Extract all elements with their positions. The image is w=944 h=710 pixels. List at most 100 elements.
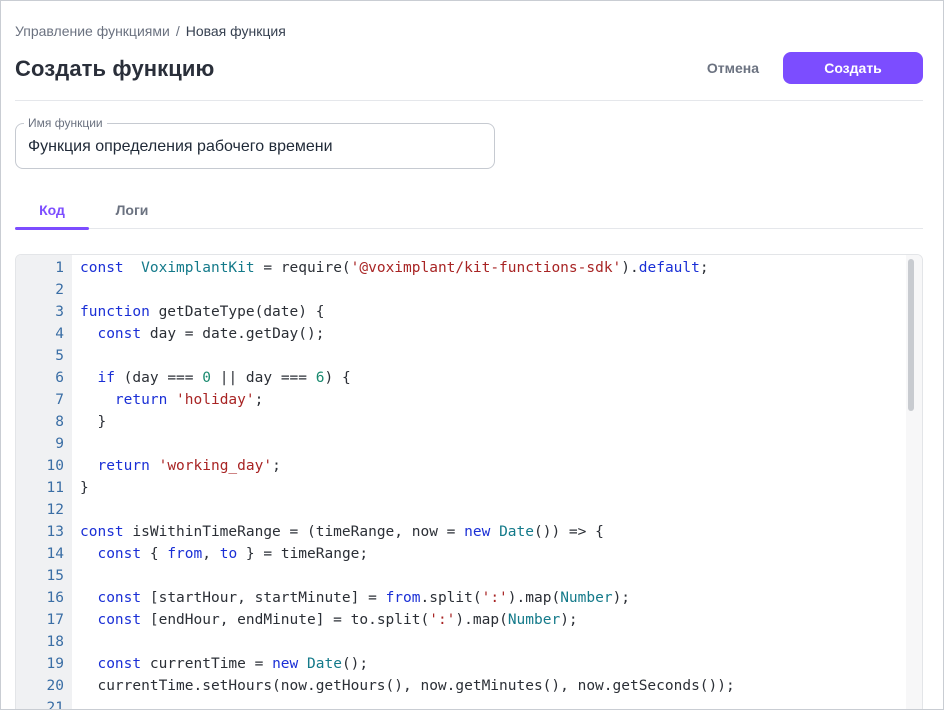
code-line: 13 const isWithinTimeRange = (timeRange, … — [16, 521, 906, 543]
code-token: const — [97, 546, 142, 562]
code-line: 19 const currentTime = new Date(); — [16, 653, 906, 675]
code-text: } — [64, 477, 89, 499]
function-name-label: Имя функции — [24, 116, 107, 130]
code-text: } — [64, 411, 106, 433]
tabs: Код Логи — [15, 197, 923, 230]
code-text: function getDateType(date) { — [64, 301, 324, 323]
line-number: 18 — [46, 634, 64, 650]
code-token: ':' — [481, 590, 508, 606]
code-token: Date — [499, 524, 534, 540]
code-token: , — [202, 546, 220, 562]
code-token: ).map( — [507, 590, 561, 606]
function-name-input[interactable] — [28, 136, 484, 158]
code-token: ; — [272, 458, 281, 474]
code-token: '@voximplant/kit-functions-sdk' — [350, 260, 622, 276]
line-number: 9 — [55, 436, 64, 452]
create-button[interactable]: Создать — [783, 52, 923, 84]
code-text: currentTime.setHours(now.getHours(), now… — [64, 675, 734, 697]
code-token: ':' — [429, 612, 456, 628]
code-line: 7 return 'holiday'; — [16, 389, 906, 411]
code-token: } — [80, 480, 89, 496]
code-token: const — [97, 656, 142, 672]
code-text: return 'holiday'; — [64, 389, 263, 411]
code-line: 21 — [16, 697, 906, 709]
line-number: 19 — [46, 656, 64, 672]
code-token: [endHour, endMinute] = to.split( — [141, 612, 430, 628]
code-token: Number — [560, 590, 613, 606]
code-token: .split( — [420, 590, 482, 606]
code-text: const [startHour, startMinute] = from.sp… — [64, 587, 630, 609]
code-line: 6 if (day === 0 || day === 6) { — [16, 367, 906, 389]
code-token: 'holiday' — [176, 392, 255, 408]
code-text: if (day === 0 || day === 6) { — [64, 367, 350, 389]
code-token: ; — [254, 392, 264, 408]
breadcrumb-current: Новая функция — [185, 23, 286, 39]
code-token: Date — [307, 656, 342, 672]
code-line: 14 const { from, to } = timeRange; — [16, 543, 906, 565]
line-number: 1 — [55, 260, 64, 276]
tab-logs[interactable]: Логи — [95, 197, 169, 229]
code-token: const — [80, 260, 124, 276]
code-token: getDateType(date) { — [149, 304, 325, 320]
code-token: ); — [560, 612, 578, 628]
cancel-button[interactable]: Отмена — [691, 52, 775, 84]
code-token: to — [219, 546, 238, 562]
line-number: 4 — [55, 326, 64, 342]
code-token: new — [464, 524, 491, 540]
line-number: 15 — [46, 568, 64, 584]
page-title: Создать функцию — [15, 56, 215, 81]
editor-scrollbar-thumb[interactable] — [908, 259, 914, 411]
line-number: 11 — [46, 480, 64, 496]
code-token: const — [97, 326, 142, 342]
code-line: 5 — [16, 345, 906, 367]
line-number: 16 — [46, 590, 64, 606]
code-text: const { from, to } = timeRange; — [64, 543, 368, 565]
code-text: const day = date.getDay(); — [64, 323, 324, 345]
line-number: 7 — [55, 392, 64, 408]
code-token: const — [97, 612, 142, 628]
code-token: 'working_day' — [158, 458, 273, 474]
breadcrumb-link-functions[interactable]: Управление функциями — [15, 23, 170, 39]
code-text: return 'working_day'; — [64, 455, 281, 477]
code-line: 11} — [16, 477, 906, 499]
code-line: 3 function getDateType(date) { — [16, 301, 906, 323]
code-line: 10 return 'working_day'; — [16, 455, 906, 477]
line-number: 6 — [55, 370, 64, 386]
function-name-field: Имя функции — [15, 116, 495, 169]
code-token: ); — [612, 590, 631, 606]
app-window: Управление функциями / Новая функция Соз… — [0, 0, 944, 710]
code-token: from — [385, 590, 421, 606]
code-line: 9 — [16, 433, 906, 455]
line-number: 5 — [55, 348, 64, 364]
code-text: const isWithinTimeRange = (timeRange, no… — [64, 521, 604, 543]
code-token: Number — [507, 612, 561, 628]
code-token: const — [80, 524, 124, 540]
code-token: function — [80, 304, 150, 320]
code-token: day = date.getDay(); — [141, 326, 325, 342]
code-editor[interactable]: 1 const VoximplantKit = require('@voximpl… — [15, 254, 923, 709]
code-text: const [endHour, endMinute] = to.split(':… — [64, 609, 578, 631]
code-token: } = timeRange; — [237, 546, 369, 562]
code-token: return — [97, 458, 150, 474]
code-token: [startHour, startMinute] = — [141, 590, 386, 606]
tab-code[interactable]: Код — [15, 197, 89, 230]
line-number: 13 — [46, 524, 64, 540]
code-token: return — [114, 392, 168, 408]
code-token: ). — [621, 260, 639, 276]
code-token: default — [638, 260, 700, 276]
line-number: 3 — [55, 304, 64, 320]
code-line: 2 — [16, 279, 906, 301]
code-line: 20 currentTime.setHours(now.getHours(), … — [16, 675, 906, 697]
